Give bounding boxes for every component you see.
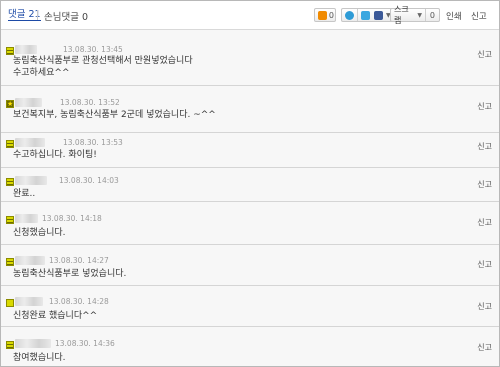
comment-text: 참여했습니다. <box>13 353 66 363</box>
me2day-icon <box>345 10 354 20</box>
scrap-label: 스크랩 <box>394 5 409 25</box>
report-link[interactable]: 신고 <box>477 259 492 270</box>
scrap-button[interactable]: 스크랩 ▼ 0 <box>390 5 440 25</box>
report-link[interactable]: 신고 <box>477 101 492 112</box>
report-link[interactable]: 신고 <box>477 301 492 312</box>
comment-date: 13.08.30. 14:03 <box>59 176 119 185</box>
comment-date: 13.08.30. 13:52 <box>60 98 120 107</box>
share-divider <box>357 9 358 21</box>
tab-comments[interactable]: 댓글 21 <box>8 9 41 21</box>
comment-text: 농림축산식품부로 넣었습니다. <box>13 269 127 279</box>
comment-date: 13.08.30. 14:18 <box>42 214 102 223</box>
like-button[interactable]: 0 <box>314 8 336 22</box>
comment-date: 13.08.30. 13:45 <box>63 45 123 54</box>
user-level-icon <box>6 140 14 148</box>
comment-item: ★ 13.08.30. 13:52 보건복지부, 농림축산식품부 2군데 넣었습… <box>1 86 499 133</box>
comment-text: 보건복지부, 농림축산식품부 2군데 넣었습니다. ~^^ <box>13 110 216 120</box>
author-name[interactable] <box>15 339 51 348</box>
user-level-icon <box>6 299 14 307</box>
like-icon <box>318 10 327 20</box>
report-link[interactable]: 신고 <box>477 217 492 228</box>
author-name[interactable] <box>15 45 37 54</box>
facebook-icon <box>374 10 383 20</box>
comment-date: 13.08.30. 14:27 <box>49 256 109 265</box>
author-name[interactable] <box>15 138 45 147</box>
comment-text: 농림축산식품부로 관청선택해서 만원넣었습니다 <box>13 56 193 66</box>
comment-item: 13.08.30. 13:53 수고하십니다. 화이팅! 신고 <box>1 133 499 168</box>
author-name[interactable] <box>15 256 45 265</box>
report-link[interactable]: 신고 <box>477 342 492 353</box>
author-name[interactable] <box>15 297 43 306</box>
star-icon: ★ <box>6 100 14 108</box>
user-level-icon <box>6 258 14 266</box>
comment-panel: 댓글 21 손님댓글 0 0 ▼ 0 스크랩 ▼ 0 인쇄 신고 <box>0 0 500 367</box>
comment-text: 수고하십니다. 화이팅! <box>13 150 97 160</box>
scrap-count: 0 <box>429 10 435 20</box>
comment-item: 13.08.30. 14:18 신청했습니다. 신고 <box>1 202 499 245</box>
comment-item: 13.08.30. 14:28 신청완료 했습니다^^ 신고 <box>1 286 499 327</box>
comment-item: 13.08.30. 13:45 농림축산식품부로 관청선택해서 만원넣었습니다 … <box>1 30 499 86</box>
user-level-icon <box>6 178 14 186</box>
user-level-icon <box>6 341 14 349</box>
comment-date: 13.08.30. 13:53 <box>63 138 123 147</box>
comment-text: 수고하세요^^ <box>13 68 70 78</box>
chevron-down-icon: ▼ <box>417 11 422 19</box>
author-name[interactable] <box>15 98 42 107</box>
comment-item: 13.08.30. 14:27 농림축산식품부로 넣었습니다. 신고 <box>1 245 499 286</box>
twitter-icon <box>361 10 370 20</box>
comment-date: 13.08.30. 14:36 <box>55 339 115 348</box>
comment-item: 13.08.30. 14:36 참여했습니다. 신고 <box>1 327 499 366</box>
user-level-icon <box>6 216 14 224</box>
comment-date: 13.08.30. 14:28 <box>49 297 109 306</box>
user-level-icon <box>6 47 14 55</box>
author-name[interactable] <box>15 214 38 223</box>
comment-item: 13.08.30. 14:03 완료.. 신고 <box>1 168 499 202</box>
comment-text: 신청완료 했습니다^^ <box>13 311 98 321</box>
tab-guest-comments[interactable]: 손님댓글 0 <box>44 9 88 23</box>
print-link[interactable]: 인쇄 <box>446 10 462 22</box>
report-link[interactable]: 신고 <box>477 141 492 152</box>
author-name[interactable] <box>15 176 47 185</box>
report-link[interactable]: 신고 <box>477 179 492 190</box>
like-count: 0 <box>328 10 334 20</box>
report-link[interactable]: 신고 <box>477 49 492 60</box>
comment-text: 완료.. <box>13 189 36 199</box>
tab-divider <box>37 10 38 20</box>
report-link[interactable]: 신고 <box>471 10 487 22</box>
comment-text: 신청했습니다. <box>13 228 66 238</box>
comment-toolbar: 댓글 21 손님댓글 0 0 ▼ 0 스크랩 ▼ 0 인쇄 신고 <box>1 1 499 30</box>
